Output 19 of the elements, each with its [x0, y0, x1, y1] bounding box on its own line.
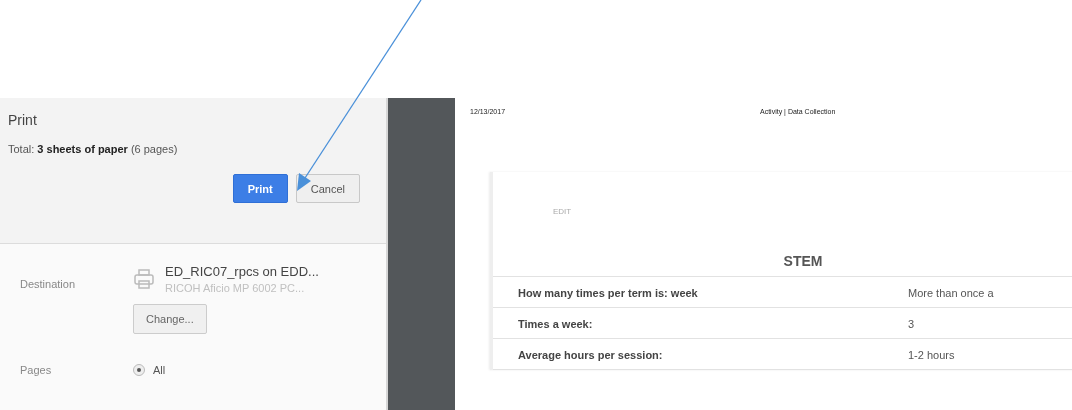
destination-label: Destination: [20, 278, 77, 290]
radio-button[interactable]: [133, 364, 145, 376]
dialog-title: Print: [8, 112, 38, 128]
print-button[interactable]: Print: [232, 174, 288, 203]
answer-text: 1-2 hours: [908, 349, 955, 361]
answer-text: More than once a: [908, 287, 994, 299]
answer-text: 3: [908, 318, 915, 330]
question-text: How many times per term is: week: [518, 287, 699, 299]
question-text: Average hours per session:: [518, 349, 664, 361]
pages-label: Pages: [20, 364, 53, 376]
section-title: STEM: [493, 253, 1072, 277]
change-button[interactable]: Change...: [133, 304, 207, 334]
question-text: Times a week:: [518, 318, 594, 330]
printer-name: ED_RIC07_rpcs on EDD...: [165, 264, 319, 279]
option-label: All: [153, 364, 166, 376]
cancel-button[interactable]: Cancel: [295, 174, 360, 203]
total-summary: Total: 3 sheets of paper (6 pages): [8, 143, 178, 155]
printer-icon: [133, 268, 155, 290]
printer-model: RICOH Aficio MP 6002 PC...: [165, 282, 306, 294]
